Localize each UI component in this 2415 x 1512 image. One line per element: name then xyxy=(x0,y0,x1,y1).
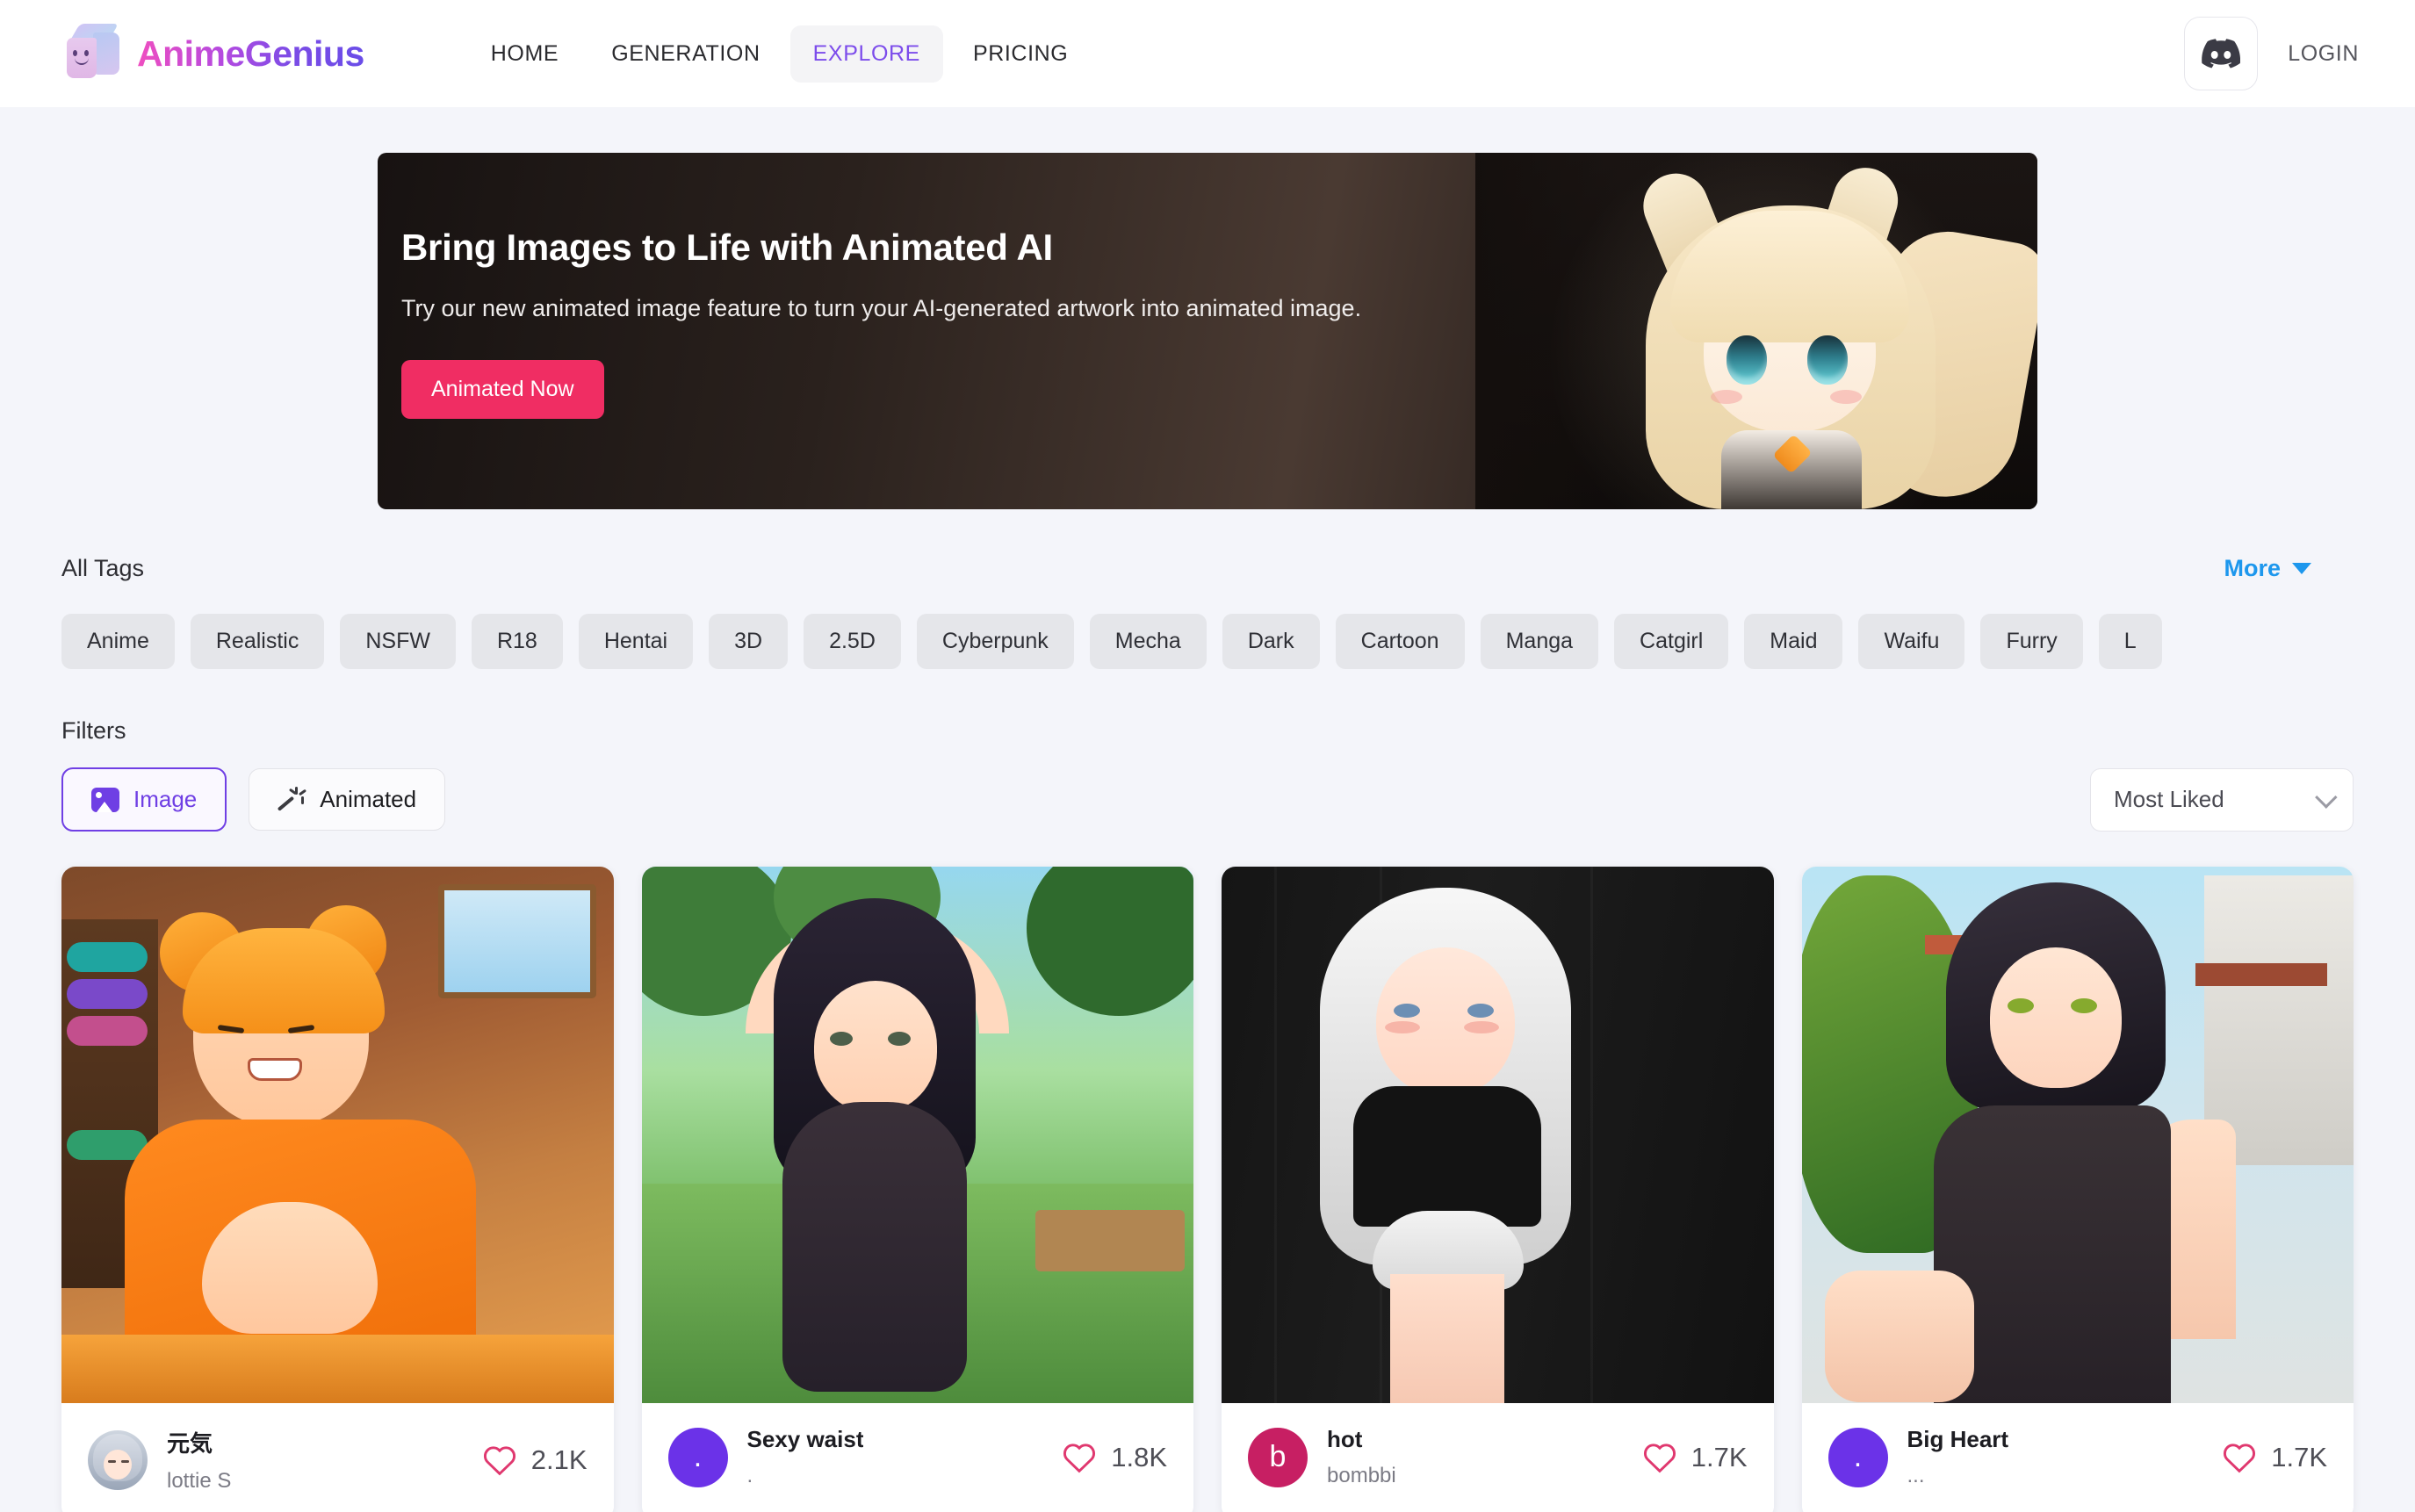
more-tags-label: More xyxy=(2224,555,2281,581)
card-title: hot xyxy=(1327,1426,1363,1452)
nav-item-generation[interactable]: GENERATION xyxy=(588,25,782,83)
nav-item-explore[interactable]: EXPLORE xyxy=(789,25,943,83)
tag-chip[interactable]: NSFW xyxy=(340,614,456,669)
like-count: 2.1K xyxy=(530,1444,588,1475)
card-title: Sexy waist xyxy=(746,1426,864,1452)
avatar[interactable] xyxy=(88,1429,148,1490)
filter-image-button[interactable]: Image xyxy=(61,767,227,832)
chevron-down-icon xyxy=(2292,563,2311,574)
all-tags-label: All Tags xyxy=(61,555,145,581)
discord-button[interactable] xyxy=(2184,17,2259,90)
card-author: lottie S xyxy=(167,1469,232,1493)
banner-row: Bring Images to Life with Animated AI Tr… xyxy=(0,107,2415,509)
tag-chip[interactable]: Waifu xyxy=(1858,614,1965,669)
tag-chip-list: Anime Realistic NSFW R18 Hentai 3D 2.5D Cyberpu… xyxy=(61,614,2415,669)
card-footer: . Sexy waist. 1.8K xyxy=(641,1403,1193,1512)
tag-chip[interactable]: Dark xyxy=(1222,614,1320,669)
header-actions: LOGIN xyxy=(2184,17,2359,90)
like-count: 1.7K xyxy=(2271,1441,2327,1472)
tag-chip[interactable]: Hentai xyxy=(578,614,694,669)
filters-section: Filters Image Animated Most Liked xyxy=(0,717,2415,832)
like-button[interactable]: 2.1K xyxy=(482,1444,588,1476)
avatar[interactable]: . xyxy=(1827,1427,1888,1487)
card-meta: 元気 lottie S xyxy=(167,1426,231,1494)
heart-icon xyxy=(1643,1443,1676,1472)
card-artwork[interactable] xyxy=(641,867,1193,1403)
gallery-card[interactable]: . Big Heart... 1.7K xyxy=(1801,867,2354,1512)
card-footer: . Big Heart... 1.7K xyxy=(1801,1403,2354,1512)
card-footer: 元気 lottie S 2.1K xyxy=(61,1403,614,1512)
avatar[interactable]: b xyxy=(1248,1427,1308,1487)
page-body: Bring Images to Life with Animated AI Tr… xyxy=(0,107,2415,1512)
main-nav: HOME GENERATION EXPLORE PRICING xyxy=(468,25,1092,83)
tags-header: All Tags More xyxy=(61,555,2415,582)
tag-chip[interactable]: Realistic xyxy=(190,614,325,669)
gallery-grid: 元気 lottie S 2.1K. Sexy waist. 1.8K b hot bombbi… xyxy=(0,832,2415,1512)
magic-wand-icon xyxy=(278,786,307,813)
tag-chip[interactable]: Mecha xyxy=(1089,614,1207,669)
filters-row: Image Animated Most Liked xyxy=(61,767,2354,832)
gallery-card[interactable]: b hot bombbi 1.7K xyxy=(1222,867,1774,1512)
tag-chip[interactable]: Manga xyxy=(1480,614,1599,669)
card-meta: Big Heart... xyxy=(1907,1426,2009,1488)
tag-chip[interactable]: Anime xyxy=(61,614,175,669)
card-artwork[interactable] xyxy=(1222,867,1774,1403)
tag-chip[interactable]: L xyxy=(2098,614,2162,669)
card-artwork[interactable] xyxy=(1801,867,2354,1403)
tag-chip[interactable]: Cyberpunk xyxy=(916,614,1074,669)
sort-select[interactable]: Most Liked xyxy=(2090,767,2354,832)
image-icon xyxy=(91,787,119,812)
card-title: 元気 xyxy=(167,1430,213,1457)
heart-icon xyxy=(2224,1443,2256,1472)
tag-chip[interactable]: Maid xyxy=(1744,614,1843,669)
card-artwork[interactable] xyxy=(61,867,614,1403)
cube-logo-icon xyxy=(61,22,125,85)
banner-title: Bring Images to Life with Animated AI xyxy=(401,227,1053,268)
tag-chip[interactable]: 2.5D xyxy=(804,614,901,669)
filter-animated-button[interactable]: Animated xyxy=(249,768,446,831)
chevron-down-icon xyxy=(2315,785,2338,809)
tag-chip[interactable]: Furry xyxy=(1980,614,2083,669)
filter-image-label: Image xyxy=(133,786,198,812)
card-author: bombbi xyxy=(1327,1464,1396,1487)
card-author: ... xyxy=(1907,1464,1925,1487)
login-button[interactable]: LOGIN xyxy=(2288,41,2359,67)
like-button[interactable]: 1.7K xyxy=(1642,1442,1748,1473)
promo-banner[interactable]: Bring Images to Life with Animated AI Tr… xyxy=(378,153,2037,509)
tag-chip[interactable]: Catgirl xyxy=(1614,614,1729,669)
card-title: Big Heart xyxy=(1907,1426,2009,1452)
card-footer: b hot bombbi 1.7K xyxy=(1222,1403,1774,1512)
brand-name: AnimeGenius xyxy=(137,32,364,74)
heart-icon xyxy=(483,1445,515,1475)
like-button[interactable]: 1.7K xyxy=(2222,1442,2327,1473)
like-button[interactable]: 1.8K xyxy=(1062,1442,1167,1473)
card-author: . xyxy=(746,1464,753,1487)
brand-logo[interactable]: AnimeGenius xyxy=(61,22,364,85)
tag-chip[interactable]: Cartoon xyxy=(1335,614,1465,669)
animated-now-button[interactable]: Animated Now xyxy=(401,360,604,419)
avatar[interactable]: . xyxy=(667,1427,728,1487)
banner-subtitle: Try our new animated image feature to tu… xyxy=(401,295,1362,321)
filter-animated-label: Animated xyxy=(320,786,417,812)
heart-icon xyxy=(1063,1443,1096,1472)
card-meta: Sexy waist. xyxy=(747,1426,864,1488)
discord-icon xyxy=(2202,39,2241,68)
more-tags-button[interactable]: More xyxy=(2224,555,2311,582)
sort-select-value: Most Liked xyxy=(2114,786,2224,812)
gallery-card[interactable]: . Sexy waist. 1.8K xyxy=(641,867,1193,1512)
top-header: AnimeGenius HOME GENERATION EXPLORE PRIC… xyxy=(0,0,2415,107)
tags-section: All Tags More Anime Realistic NSFW R18 Henta… xyxy=(0,555,2415,669)
nav-item-home[interactable]: HOME xyxy=(468,25,581,83)
like-count: 1.7K xyxy=(1690,1441,1748,1472)
card-meta: hot bombbi xyxy=(1327,1426,1396,1488)
nav-item-pricing[interactable]: PRICING xyxy=(950,25,1091,83)
filters-label: Filters xyxy=(61,717,126,744)
tag-chip[interactable]: R18 xyxy=(471,614,563,669)
gallery-card[interactable]: 元気 lottie S 2.1K xyxy=(61,867,614,1512)
banner-content: Bring Images to Life with Animated AI Tr… xyxy=(378,153,2037,419)
like-count: 1.8K xyxy=(1111,1441,1167,1472)
tag-chip[interactable]: 3D xyxy=(709,614,789,669)
